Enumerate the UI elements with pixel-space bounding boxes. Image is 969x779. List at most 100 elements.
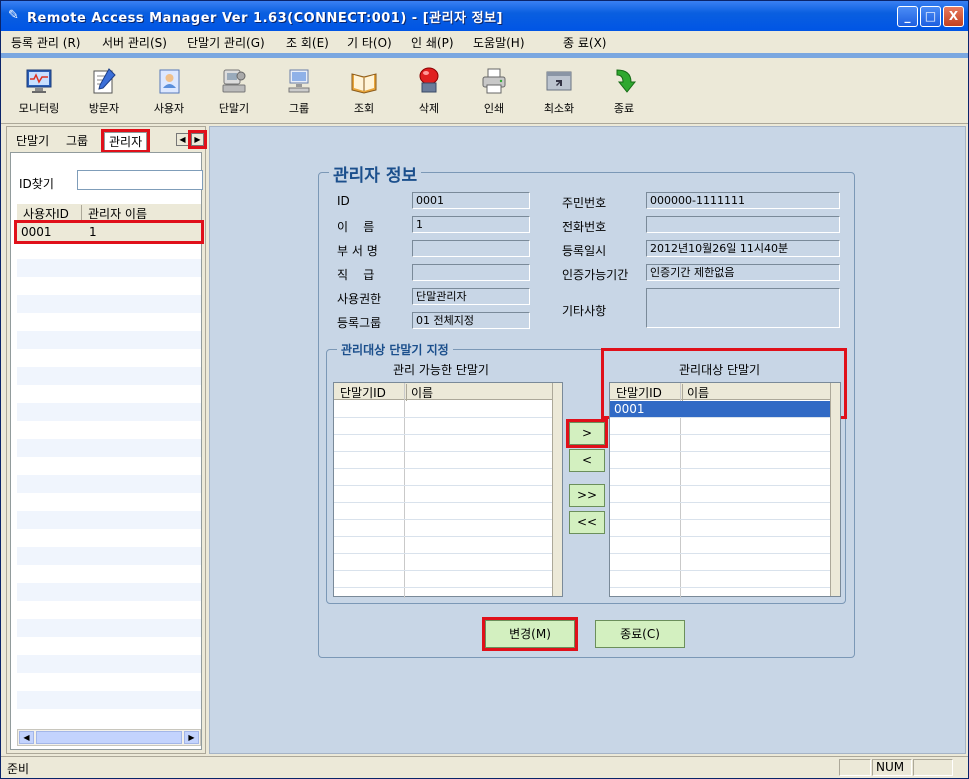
- toolbar-label: 종료: [613, 102, 635, 115]
- toolbar-query-button[interactable]: 조회: [334, 62, 394, 122]
- col-terminal-id[interactable]: 단말기ID: [340, 384, 386, 401]
- list-item: [334, 418, 552, 435]
- label-etc: 기타사항: [562, 304, 607, 318]
- remove-all-terminals-button[interactable]: <<: [569, 511, 605, 534]
- tab-admin[interactable]: 관리자: [100, 129, 151, 153]
- menu-register[interactable]: 등록 관리 (R): [11, 34, 81, 51]
- available-terminal-list[interactable]: 단말기ID 이름: [333, 382, 563, 598]
- menu-exit[interactable]: 종 료(X): [563, 34, 606, 51]
- toolbar-label: 단말기: [218, 102, 250, 115]
- toolbar-print-button[interactable]: 인쇄: [464, 62, 524, 122]
- field-permission: 단말관리자: [412, 288, 530, 305]
- col-admin-name[interactable]: 관리자 이름: [81, 205, 147, 222]
- add-terminal-button[interactable]: >: [566, 419, 608, 448]
- visitor-pen-icon: [93, 68, 116, 94]
- empty-row: [17, 583, 201, 601]
- toolbar: 모니터링 방문자 사용자 단말기 그룹 조회 삭제 인쇄 최소화 종료: [1, 58, 968, 124]
- col-terminal-id[interactable]: 단말기ID: [616, 384, 662, 401]
- toolbar-group-button[interactable]: 그룹: [269, 62, 329, 122]
- col-terminal-name[interactable]: 이름: [682, 384, 709, 401]
- id-find-label: ID찾기: [19, 177, 54, 191]
- left-horizontal-scrollbar[interactable]: ◀ ▶: [17, 729, 201, 746]
- menu-etc[interactable]: 기 타(O): [347, 34, 392, 51]
- title-bar[interactable]: ✎ Remote Access Manager Ver 1.63(CONNECT…: [1, 1, 968, 31]
- admin-info-legend: 관리자 정보: [329, 161, 422, 186]
- field-etc: [646, 288, 840, 328]
- toolbar-label: 모니터링: [18, 102, 60, 115]
- admin-info-group: 관리자 정보 ID 0001 이 름 1 부 서 명 직 급 사용권한 단말관리…: [318, 161, 855, 658]
- label-phone: 전화번호: [562, 220, 607, 234]
- empty-row: [17, 691, 201, 709]
- scroll-right-icon[interactable]: ▶: [184, 731, 199, 744]
- change-button[interactable]: 변경(M): [482, 617, 578, 651]
- group-pc-icon: [288, 69, 310, 93]
- menu-server[interactable]: 서버 관리(S): [102, 34, 167, 51]
- empty-row: [17, 655, 201, 673]
- close-window-button[interactable]: X: [943, 6, 964, 27]
- list-item: [610, 503, 830, 520]
- toolbar-terminal-button[interactable]: 단말기: [204, 62, 264, 122]
- list-item: [334, 554, 552, 571]
- empty-row: [17, 295, 201, 313]
- tab-group[interactable]: 그룹: [62, 132, 92, 150]
- toolbar-minimize-button[interactable]: 최소화: [529, 62, 589, 122]
- empty-row: [17, 439, 201, 457]
- delete-icon: [419, 67, 439, 93]
- list-item: [334, 486, 552, 503]
- menu-query[interactable]: 조 회(E): [286, 34, 329, 51]
- list-item: [610, 435, 830, 452]
- list-item: [334, 520, 552, 537]
- empty-row: [17, 367, 201, 385]
- toolbar-label: 인쇄: [483, 102, 505, 115]
- available-list-scrollbar[interactable]: [552, 383, 562, 596]
- managed-list-scrollbar[interactable]: [830, 383, 840, 596]
- menu-print[interactable]: 인 쇄(P): [411, 34, 454, 51]
- maximize-window-button[interactable]: □: [920, 6, 941, 27]
- minimize-window-button[interactable]: _: [897, 6, 918, 27]
- id-find-input[interactable]: [77, 170, 203, 190]
- close-form-button[interactable]: 종료(C): [595, 620, 685, 648]
- printer-icon: [482, 68, 506, 94]
- status-pane: [839, 759, 871, 776]
- admin-table: 사용자ID 관리자 이름 0001 1: [14, 204, 204, 724]
- toolbar-label: 삭제: [418, 102, 440, 115]
- status-text: 준비: [7, 762, 30, 776]
- toolbar-exit-button[interactable]: 종료: [594, 62, 654, 122]
- empty-row: [17, 475, 201, 493]
- table-row[interactable]: 0001 1: [14, 220, 204, 244]
- add-all-terminals-button[interactable]: >>: [569, 484, 605, 507]
- field-ssn: 000000-1111111: [646, 192, 840, 209]
- toolbar-label: 조회: [353, 102, 375, 115]
- empty-row: [17, 403, 201, 421]
- assign-legend: 관리대상 단말기 지정: [337, 341, 453, 358]
- list-item: [334, 452, 552, 469]
- field-dept: [412, 240, 530, 257]
- toolbar-delete-button[interactable]: 삭제: [399, 62, 459, 122]
- empty-row: [17, 547, 201, 565]
- scroll-thumb[interactable]: [36, 731, 182, 744]
- label-id: ID: [337, 194, 350, 208]
- remove-terminal-button[interactable]: <: [569, 449, 605, 472]
- toolbar-label: 그룹: [288, 102, 310, 115]
- list-item: [334, 401, 552, 418]
- managed-terminal-list[interactable]: 단말기ID 이름 0001: [609, 382, 841, 598]
- label-ssn: 주민번호: [562, 196, 607, 210]
- scroll-left-icon[interactable]: ◀: [19, 731, 34, 744]
- toolbar-monitoring-button[interactable]: 모니터링: [9, 62, 69, 122]
- list-item: [610, 469, 830, 486]
- tab-terminal[interactable]: 단말기: [12, 132, 53, 150]
- row-admin-name: 1: [89, 225, 97, 239]
- toolbar-user-button[interactable]: 사용자: [139, 62, 199, 122]
- col-terminal-name[interactable]: 이름: [406, 384, 433, 401]
- list-item-selected[interactable]: 0001: [610, 401, 830, 418]
- tab-scroll-right-icon[interactable]: ▶: [188, 130, 207, 149]
- toolbar-visitor-button[interactable]: 방문자: [74, 62, 134, 122]
- tab-scroll-left-icon[interactable]: ◀: [176, 133, 189, 146]
- menu-help[interactable]: 도움말(H): [473, 34, 525, 51]
- menu-terminal[interactable]: 단말기 관리(G): [187, 34, 265, 51]
- field-auth-period: 인증기간 제한없음: [646, 264, 840, 281]
- num-lock-indicator: NUM: [872, 759, 912, 776]
- field-name: 1: [412, 216, 530, 233]
- col-user-id[interactable]: 사용자ID: [23, 205, 69, 222]
- field-reg-date: 2012년10월26일 11시40분: [646, 240, 840, 257]
